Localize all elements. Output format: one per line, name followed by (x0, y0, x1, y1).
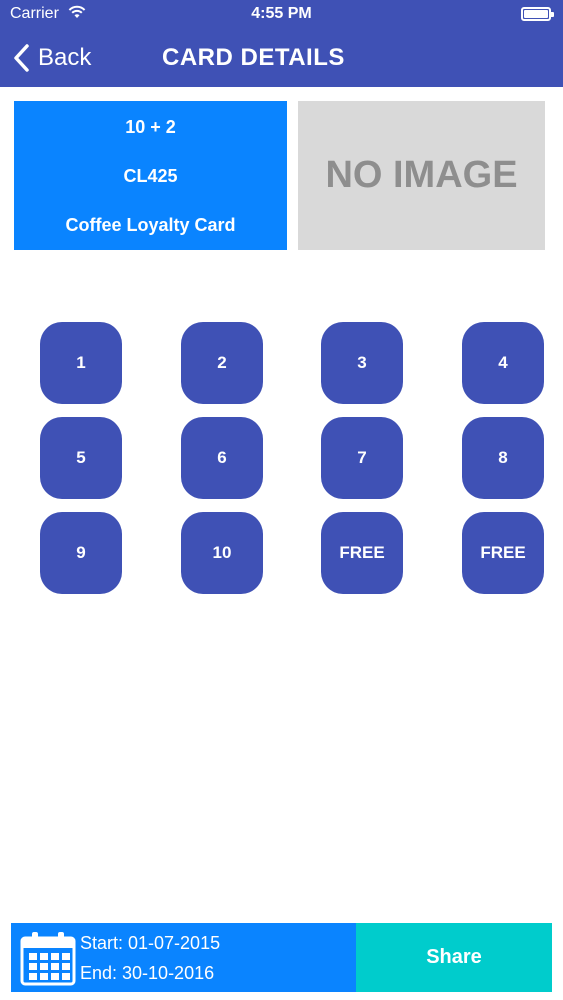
end-date: End: 30-10-2016 (80, 963, 215, 983)
share-button[interactable]: Share (356, 923, 552, 992)
stamp-button[interactable]: 8 (462, 417, 544, 499)
calendar-icon (20, 932, 76, 986)
stamp-grid: 1 2 3 4 5 6 7 8 9 10 FREE FREE (0, 0, 563, 620)
stamp-button[interactable]: 4 (462, 322, 544, 404)
start-date: Start: 01-07-2015 (80, 933, 221, 953)
stamp-button[interactable]: 6 (181, 417, 263, 499)
stamp-button[interactable]: 7 (321, 417, 403, 499)
free-stamp-button[interactable]: FREE (462, 512, 544, 594)
free-stamp-button[interactable]: FREE (321, 512, 403, 594)
validity-dates-panel: Start: 01-07-2015 End: 30-10-2016 (11, 923, 356, 992)
stamp-button[interactable]: 10 (181, 512, 263, 594)
stamp-button[interactable]: 2 (181, 322, 263, 404)
stamp-button[interactable]: 5 (40, 417, 122, 499)
stamp-button[interactable]: 3 (321, 322, 403, 404)
stamp-button[interactable]: 1 (40, 322, 122, 404)
footer-bar: Start: 01-07-2015 End: 30-10-2016 Share (11, 923, 552, 992)
stamp-button[interactable]: 9 (40, 512, 122, 594)
